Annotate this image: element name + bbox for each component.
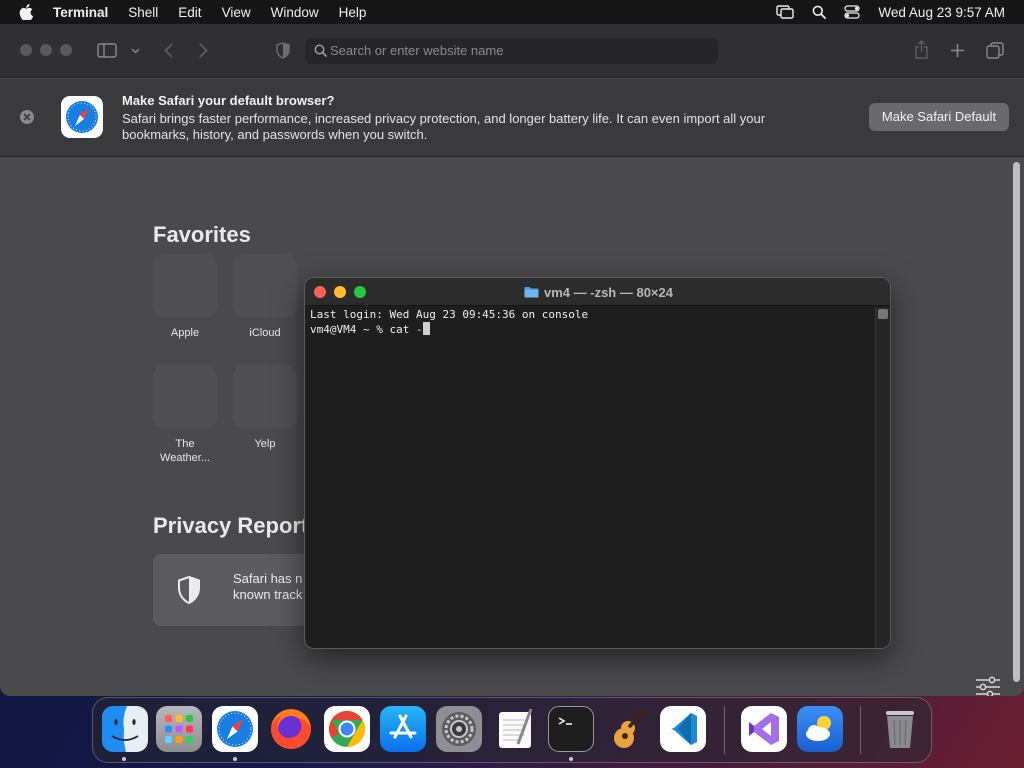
menu-window[interactable]: Window <box>271 5 319 20</box>
favorite-yelp[interactable]: Yelp <box>230 365 300 451</box>
favorite-icloud[interactable]: iCloud <box>230 254 300 340</box>
terminal-title-group: vm4 — -zsh — 80×24 <box>305 278 890 306</box>
dock-launchpad-icon[interactable] <box>156 706 202 752</box>
privacy-report-heading: Privacy Report <box>153 513 309 538</box>
control-center-icon[interactable] <box>844 5 861 19</box>
close-icon <box>23 113 31 121</box>
running-indicator <box>569 757 573 761</box>
shield-icon <box>178 576 200 604</box>
favorite-tile <box>153 254 217 318</box>
default-browser-banner: Make Safari your default browser? Safari… <box>0 79 1024 157</box>
dock-garageband-icon[interactable] <box>604 706 650 752</box>
dock-finder-icon[interactable] <box>102 706 148 752</box>
menu-edit[interactable]: Edit <box>178 5 201 20</box>
running-indicator <box>122 757 126 761</box>
new-tab-plus-icon[interactable] <box>950 43 965 58</box>
forward-arrow-icon[interactable] <box>199 43 208 58</box>
spotlight-search-icon[interactable] <box>812 5 827 19</box>
safari-toolbar: Search or enter website name <box>0 24 1024 78</box>
banner-close-button[interactable] <box>20 110 34 124</box>
search-input[interactable]: Search or enter website name <box>305 38 718 64</box>
privacy-shield-icon[interactable] <box>276 42 290 59</box>
menu-bar-clock[interactable]: Wed Aug 23 9:57 AM <box>878 5 1005 20</box>
favorites-heading: Favorites <box>153 222 251 247</box>
favorite-tile <box>233 365 297 429</box>
terminal-line: Last login: Wed Aug 23 09:45:36 on conso… <box>310 308 589 321</box>
terminal-window[interactable]: vm4 — -zsh — 80×24 Last login: Wed Aug 2… <box>304 277 891 649</box>
back-arrow-icon[interactable] <box>164 43 173 58</box>
terminal-command: vm4@VM4 ~ % cat - <box>310 323 423 336</box>
terminal-output[interactable]: Last login: Wed Aug 23 09:45:36 on conso… <box>310 308 870 337</box>
banner-description: Safari brings faster performance, increa… <box>122 111 766 142</box>
minimize-window-button[interactable] <box>40 44 52 56</box>
share-icon[interactable] <box>914 40 929 59</box>
folder-icon <box>524 287 539 298</box>
favorite-label: iCloud <box>249 327 281 339</box>
menu-app-terminal[interactable]: Terminal <box>53 5 108 20</box>
terminal-cursor <box>422 322 430 335</box>
dock-firefox-icon[interactable] <box>268 706 314 752</box>
dock-separator <box>860 706 861 754</box>
dock-terminal-icon[interactable] <box>548 706 594 752</box>
sidebar-toggle-icon[interactable] <box>97 43 117 58</box>
apple-logo-icon[interactable] <box>19 4 33 20</box>
terminal-prompt-line: vm4@VM4 ~ % cat - <box>310 322 870 337</box>
favorite-tile <box>153 365 217 429</box>
close-window-button[interactable] <box>20 44 32 56</box>
zoom-window-button[interactable] <box>60 44 72 56</box>
dock-system-settings-icon[interactable] <box>436 706 482 752</box>
search-placeholder: Search or enter website name <box>330 43 504 58</box>
dock-textedit-icon[interactable] <box>492 706 538 752</box>
dock-chrome-icon[interactable] <box>324 706 370 752</box>
make-safari-default-button[interactable]: Make Safari Default <box>869 103 1009 131</box>
dock-trash-icon[interactable] <box>877 706 923 752</box>
screen-mirroring-icon[interactable] <box>776 5 795 19</box>
menu-help[interactable]: Help <box>339 5 367 20</box>
favorite-apple[interactable]: Apple <box>150 254 220 340</box>
tab-overview-icon[interactable] <box>986 42 1004 59</box>
menu-view[interactable]: View <box>222 5 251 20</box>
favorite-tile <box>233 254 297 318</box>
safari-app-icon <box>61 96 103 138</box>
dock-app-store-icon[interactable] <box>380 706 426 752</box>
favorite-label: The Weather... <box>160 438 210 464</box>
search-icon <box>314 44 327 57</box>
running-indicator <box>233 757 237 761</box>
dock-visual-studio-icon[interactable] <box>741 706 787 752</box>
terminal-scroll-marker[interactable] <box>878 309 888 319</box>
dock <box>92 697 932 763</box>
safari-scrollbar[interactable] <box>1013 162 1020 682</box>
compass-icon <box>66 101 98 133</box>
favorite-the-weather[interactable]: The Weather... <box>150 365 220 465</box>
dock-safari-icon[interactable] <box>212 706 258 752</box>
dock-separator <box>724 706 725 754</box>
favorite-label: Apple <box>170 327 200 339</box>
favorite-label: Yelp <box>254 438 276 450</box>
dock-weather-icon[interactable] <box>797 706 843 752</box>
chevron-down-icon[interactable] <box>131 48 140 54</box>
banner-title: Make Safari your default browser? <box>122 93 335 108</box>
terminal-title-bar[interactable]: vm4 — -zsh — 80×24 <box>305 278 890 306</box>
customize-start-page-icon[interactable] <box>975 676 1001 696</box>
terminal-title: vm4 — -zsh — 80×24 <box>544 284 673 300</box>
menu-bar: Terminal Shell Edit View Window Help Wed… <box>0 0 1024 24</box>
dock-vscode-icon[interactable] <box>660 706 706 752</box>
menu-shell[interactable]: Shell <box>128 5 158 20</box>
terminal-scrollbar[interactable] <box>875 307 890 648</box>
